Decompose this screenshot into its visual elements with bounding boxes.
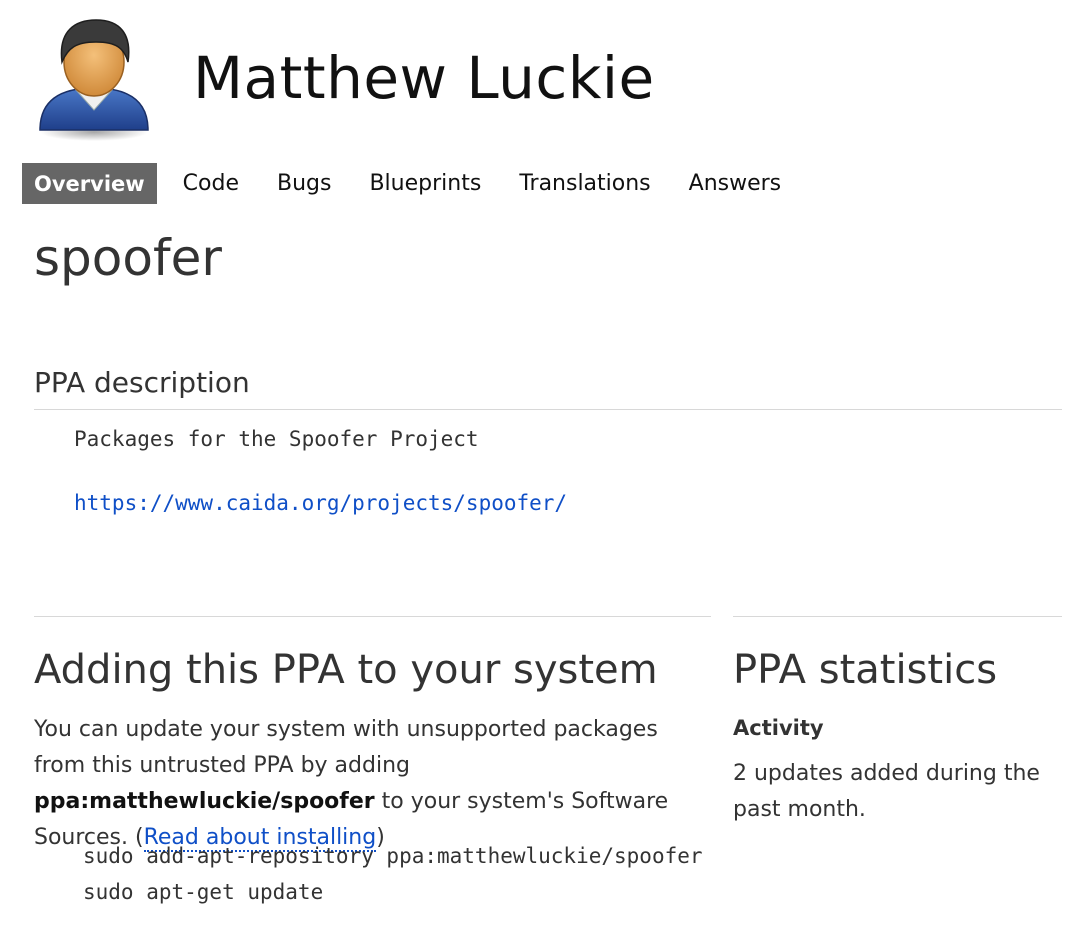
adding-ppa-instructions: You can update your system with unsuppor…	[34, 712, 714, 856]
tab-overview[interactable]: Overview	[22, 163, 157, 204]
page-title: spoofer	[34, 229, 222, 287]
divider	[34, 616, 711, 617]
ppa-description-heading: PPA description	[34, 366, 250, 399]
divider	[34, 409, 1062, 410]
owner-name: Matthew Luckie	[193, 44, 655, 112]
person-avatar-icon	[39, 19, 149, 141]
tab-bugs[interactable]: Bugs	[265, 163, 343, 204]
project-link[interactable]: https://www.caida.org/projects/spoofer/	[74, 488, 567, 518]
activity-text: 2 updates added during the past month.	[733, 761, 1040, 822]
ppa-name: ppa:matthewluckie/spoofer	[34, 789, 375, 814]
tab-bar: Overview Code Bugs Blueprints Translatio…	[22, 163, 807, 204]
tab-answers[interactable]: Answers	[677, 163, 794, 204]
page-header: Matthew Luckie	[0, 0, 1078, 160]
ppa-statistics-heading: PPA statistics	[733, 647, 998, 693]
command-line: sudo apt-get update	[83, 880, 324, 904]
tab-translations[interactable]: Translations	[507, 163, 662, 204]
adding-ppa-heading: Adding this PPA to your system	[34, 647, 658, 693]
command-line: sudo add-apt-repository ppa:matthewlucki…	[83, 844, 703, 868]
tab-blueprints[interactable]: Blueprints	[357, 163, 493, 204]
activity-label: Activity	[733, 716, 824, 740]
instructions-text: You can update your system with unsuppor…	[34, 717, 658, 778]
divider	[733, 616, 1062, 617]
ppa-description-text: Packages for the Spoofer Project	[74, 427, 479, 451]
tab-code[interactable]: Code	[171, 163, 251, 204]
install-commands: sudo add-apt-repository ppa:matthewlucki…	[83, 838, 703, 910]
